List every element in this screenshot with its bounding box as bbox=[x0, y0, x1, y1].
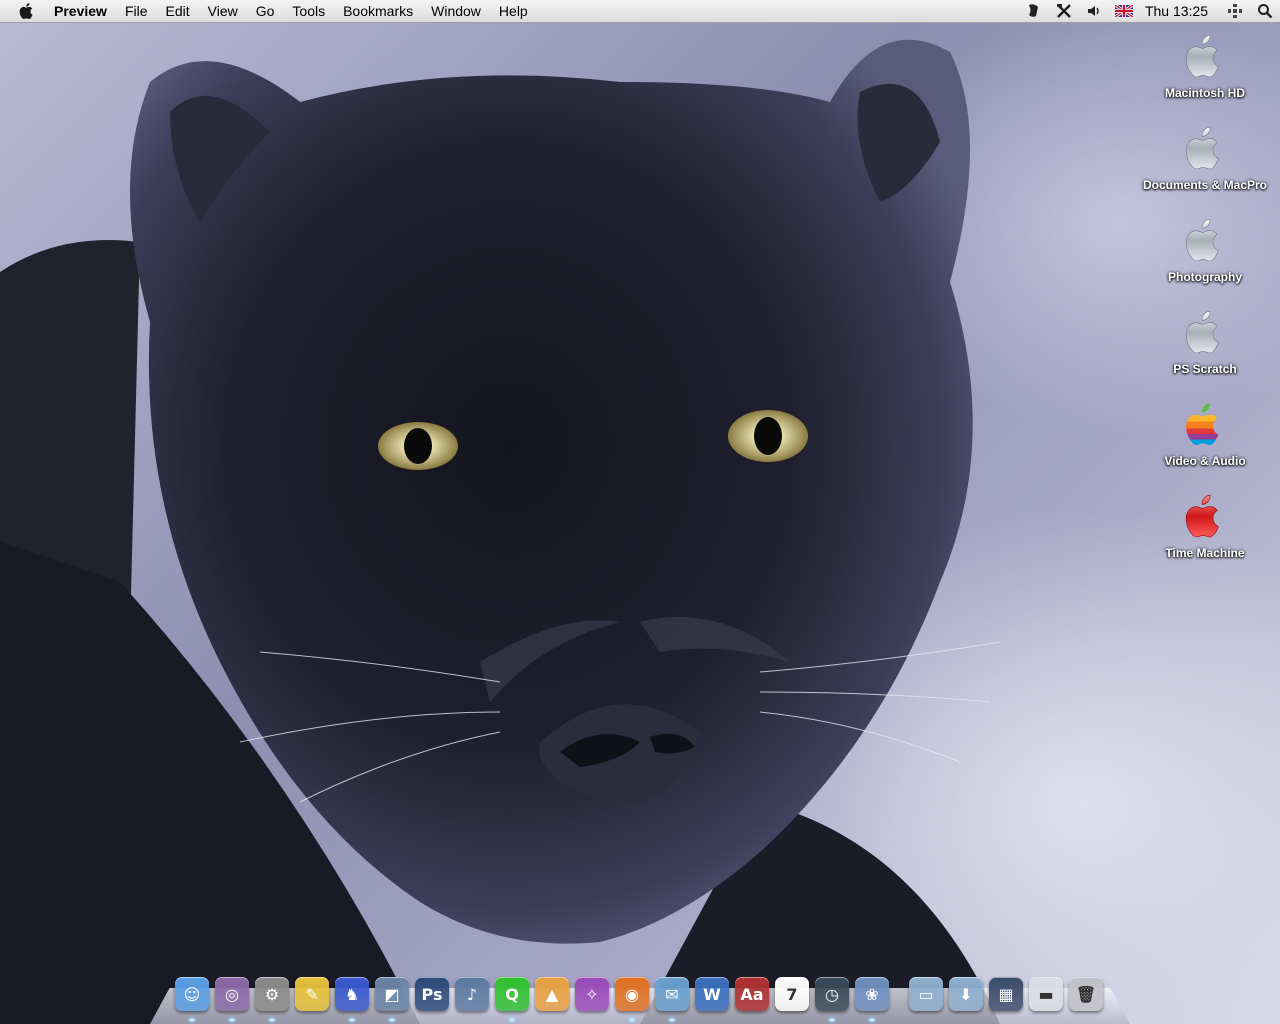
volume-icon[interactable] bbox=[1079, 0, 1109, 22]
mail-icon: ✉ bbox=[655, 977, 689, 1011]
desktop-icon-label: Photography bbox=[1168, 270, 1242, 284]
photoshop-icon: Ps bbox=[415, 977, 449, 1011]
dock-item[interactable]: ⬇ bbox=[946, 974, 986, 1014]
itunes-icon: ♪ bbox=[455, 977, 489, 1011]
automator-icon: ♞ bbox=[335, 977, 369, 1011]
menu-go[interactable]: Go bbox=[247, 0, 284, 22]
desktop-icon-photography[interactable]: Photography bbox=[1130, 214, 1280, 306]
dock-item[interactable]: ▬ bbox=[1026, 974, 1066, 1014]
dock-item[interactable]: ▲ bbox=[532, 974, 572, 1014]
dock-item[interactable]: W bbox=[692, 974, 732, 1014]
running-indicator bbox=[629, 1018, 635, 1022]
desktop-icon-label: Video & Audio bbox=[1164, 454, 1246, 468]
panther-wallpaper-image bbox=[0, 39, 1001, 1024]
dock-item[interactable]: ✉ bbox=[652, 974, 692, 1022]
aperture-icon: ✧ bbox=[575, 977, 609, 1011]
desktop-wallpaper bbox=[0, 22, 1280, 1024]
iphoto-icon: ❀ bbox=[855, 977, 889, 1011]
running-indicator bbox=[669, 1018, 675, 1022]
running-indicator bbox=[269, 1018, 275, 1022]
running-indicator bbox=[229, 1018, 235, 1022]
dock-item[interactable]: ◎ bbox=[212, 974, 252, 1022]
desktop-icon-label: Macintosh HD bbox=[1164, 86, 1245, 100]
menu-help[interactable]: Help bbox=[490, 0, 537, 22]
rainbow-apple-drive-icon bbox=[1179, 398, 1231, 450]
running-indicator bbox=[829, 1018, 835, 1022]
trash-icon: 🗑 bbox=[1069, 977, 1103, 1011]
dock-item[interactable]: ◷ bbox=[812, 974, 852, 1022]
menu-extras: Thu 13:25 bbox=[1019, 0, 1280, 22]
running-indicator bbox=[189, 1018, 195, 1022]
menu-tools[interactable]: Tools bbox=[283, 0, 334, 22]
silver-apple-drive-icon bbox=[1179, 306, 1231, 358]
dock-item[interactable]: ♪ bbox=[452, 974, 492, 1014]
time-machine-icon: ◷ bbox=[815, 977, 849, 1011]
menubar-clock[interactable]: Thu 13:25 bbox=[1139, 0, 1220, 22]
menu-bookmarks[interactable]: Bookmarks bbox=[334, 0, 422, 22]
apple-menu-icon[interactable] bbox=[0, 0, 54, 22]
finder-icon: ☺ bbox=[175, 977, 209, 1011]
running-indicator bbox=[389, 1018, 395, 1022]
transmit-icon: ▲ bbox=[535, 977, 569, 1011]
desktop-icon-label: Time Machine bbox=[1165, 546, 1245, 560]
menu-window[interactable]: Window bbox=[422, 0, 490, 22]
dock-item[interactable]: ✧ bbox=[572, 974, 612, 1014]
word-icon: W bbox=[695, 977, 729, 1011]
dock-item[interactable]: 7 bbox=[772, 974, 812, 1014]
stickies-ruler-icon: ✎ bbox=[295, 977, 329, 1011]
desktop-icon-ps-scratch[interactable]: PS Scratch bbox=[1130, 306, 1280, 398]
app-menu-preview[interactable]: Preview bbox=[54, 0, 116, 22]
menu-edit[interactable]: Edit bbox=[157, 0, 199, 22]
dock-item[interactable]: Ps bbox=[412, 974, 452, 1014]
downloads-folder-icon: ⬇ bbox=[949, 977, 983, 1011]
menu-file[interactable]: File bbox=[116, 0, 157, 22]
adium-icon: ◎ bbox=[215, 977, 249, 1011]
quicktime-icon: Q bbox=[495, 977, 529, 1011]
silver-apple-drive-icon bbox=[1179, 30, 1231, 82]
dock-item[interactable]: ☺ bbox=[172, 974, 212, 1022]
applications-folder-icon: ▭ bbox=[909, 977, 943, 1011]
running-indicator bbox=[349, 1018, 355, 1022]
uk-flag-icon[interactable] bbox=[1109, 0, 1139, 22]
dock: ☺ ◎ ⚙ ✎ ♞ ◩ Ps ♪ Q ▲ ✧ ◉ ✉ W Aa 7 ◷ ❀ ▭ ⬇ ▦ ▬ 🗑 bbox=[172, 970, 1106, 1022]
menu-view[interactable]: View bbox=[199, 0, 247, 22]
minimized-window-2-icon: ▬ bbox=[1029, 977, 1063, 1011]
dictionary-icon: Aa bbox=[735, 977, 769, 1011]
firefox-icon: ◉ bbox=[615, 977, 649, 1011]
desktop-icon-time-machine[interactable]: Time Machine bbox=[1130, 490, 1280, 582]
desktop-icon-label: PS Scratch bbox=[1173, 362, 1237, 376]
ical-icon: 7 bbox=[775, 977, 809, 1011]
red-apple-drive-icon bbox=[1179, 490, 1231, 542]
dock-item[interactable]: ▭ bbox=[906, 974, 946, 1014]
desktop-icons: Macintosh HD Documents & MacPro Photogra… bbox=[1130, 30, 1280, 582]
dock-item[interactable]: ❀ bbox=[852, 974, 892, 1022]
dock-item[interactable]: 🗑 bbox=[1066, 974, 1106, 1014]
dock-item[interactable]: ♞ bbox=[332, 974, 372, 1022]
minimized-window-icon: ▦ bbox=[989, 977, 1023, 1011]
dock-item[interactable]: ✎ bbox=[292, 974, 332, 1014]
desktop-icon-macintosh-hd[interactable]: Macintosh HD bbox=[1130, 30, 1280, 122]
dock-item[interactable]: ◩ bbox=[372, 974, 412, 1022]
desktop-icon-label: Documents & MacPro bbox=[1142, 178, 1268, 192]
system-preferences-icon: ⚙ bbox=[255, 977, 289, 1011]
desktop-icon-video-audio[interactable]: Video & Audio bbox=[1130, 398, 1280, 490]
preview-icon: ◩ bbox=[375, 977, 409, 1011]
dock-item[interactable]: Aa bbox=[732, 974, 772, 1014]
dock-item[interactable]: ◉ bbox=[612, 974, 652, 1022]
spaces-icon[interactable] bbox=[1220, 0, 1250, 22]
menu-bar: Preview File Edit View Go Tools Bookmark… bbox=[0, 0, 1280, 23]
dock-item[interactable]: Q bbox=[492, 974, 532, 1022]
tools-icon[interactable] bbox=[1049, 0, 1079, 22]
desktop-icon-documents-macpro[interactable]: Documents & MacPro bbox=[1130, 122, 1280, 214]
silver-apple-drive-icon bbox=[1179, 214, 1231, 266]
dock-item[interactable]: ⚙ bbox=[252, 974, 292, 1022]
dock-item[interactable]: ▦ bbox=[986, 974, 1026, 1014]
running-indicator bbox=[869, 1018, 875, 1022]
script-icon[interactable] bbox=[1019, 0, 1049, 22]
running-indicator bbox=[509, 1018, 515, 1022]
spotlight-icon[interactable] bbox=[1250, 0, 1280, 22]
silver-apple-drive-icon bbox=[1179, 122, 1231, 174]
